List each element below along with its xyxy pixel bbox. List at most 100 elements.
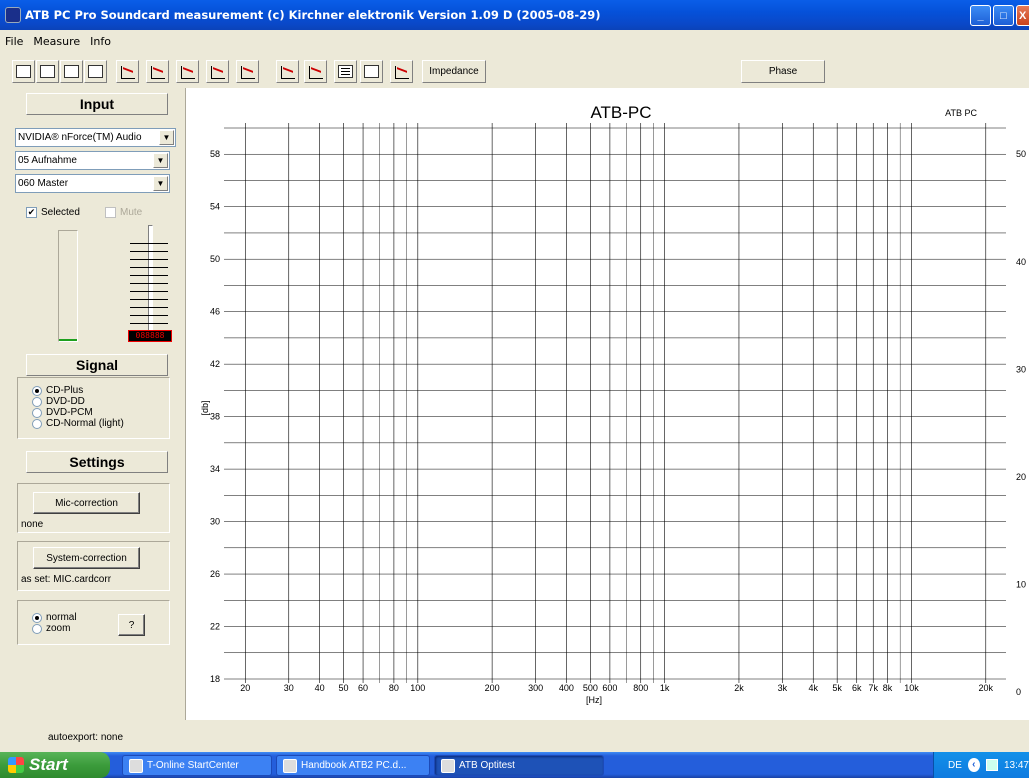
status-bar: autoexport: none bbox=[0, 720, 1029, 752]
mic-correction-button[interactable]: Mic-correction bbox=[33, 492, 140, 514]
help-button[interactable]: ? bbox=[118, 614, 145, 636]
maximize-button[interactable]: □ bbox=[993, 5, 1014, 26]
window-button[interactable] bbox=[360, 60, 383, 83]
measure-m-alt-button[interactable] bbox=[146, 60, 169, 83]
title-bar[interactable]: ATB PC Pro Soundcard measurement (c) Kir… bbox=[0, 0, 1029, 30]
measure-m2-button[interactable] bbox=[276, 60, 299, 83]
x-tick-label: 4k bbox=[808, 683, 818, 693]
y-right-tick-label: 0 bbox=[1016, 687, 1021, 697]
menu-bar: File Measure Info bbox=[0, 30, 1029, 52]
slider-tick bbox=[130, 307, 168, 308]
menu-measure[interactable]: Measure bbox=[28, 35, 85, 48]
measure-m-info-button[interactable] bbox=[236, 60, 259, 83]
device-select[interactable]: NVIDIA® nForce(TM) Audio ▼ bbox=[15, 128, 176, 147]
language-indicator[interactable]: DE bbox=[948, 760, 962, 771]
signal-option-label: DVD-DD bbox=[46, 396, 85, 407]
new-file-icon bbox=[16, 65, 31, 78]
x-tick-label: 800 bbox=[633, 683, 648, 693]
windows-logo-icon bbox=[8, 757, 24, 773]
x-tick-label: 7k bbox=[868, 683, 878, 693]
measure-m-info-icon bbox=[240, 65, 255, 79]
signal-option-dvd-dd[interactable]: DVD-DD bbox=[32, 397, 85, 407]
curves-icon bbox=[394, 65, 409, 79]
selected-checkbox[interactable]: ✔ Selected bbox=[26, 207, 80, 218]
y-tick-label: 42 bbox=[210, 359, 220, 369]
settings-header: Settings bbox=[26, 451, 168, 473]
measure-mt-button[interactable] bbox=[304, 60, 327, 83]
y-tick-label: 34 bbox=[210, 464, 220, 474]
print-button[interactable] bbox=[60, 60, 83, 83]
system-tray: DE ‹ 13:47 bbox=[933, 752, 1029, 778]
new-file-button[interactable] bbox=[12, 60, 35, 83]
network-icon[interactable] bbox=[985, 759, 998, 771]
measure-m2-icon bbox=[280, 65, 295, 79]
menu-file[interactable]: File bbox=[0, 35, 28, 48]
x-tick-label: 80 bbox=[389, 683, 399, 693]
slider-tick bbox=[130, 291, 168, 292]
y-right-tick-label: 10 bbox=[1016, 580, 1026, 590]
x-tick-label: 2k bbox=[734, 683, 744, 693]
atb-app-icon bbox=[441, 758, 455, 773]
task-handbook[interactable]: Handbook ATB2 PC.d... bbox=[276, 755, 430, 776]
view-option-label: zoom bbox=[46, 623, 71, 634]
input-level-fill bbox=[59, 338, 77, 341]
slider-track[interactable] bbox=[148, 225, 153, 333]
measure-m-multi-button[interactable] bbox=[206, 60, 229, 83]
chevron-down-icon[interactable]: ▼ bbox=[153, 153, 168, 168]
view-option-label: normal bbox=[46, 612, 77, 623]
x-axis-label: [Hz] bbox=[586, 695, 602, 705]
clock[interactable]: 13:47 bbox=[1004, 760, 1029, 771]
slider-tick bbox=[130, 251, 168, 252]
open-file-button[interactable] bbox=[36, 60, 59, 83]
x-tick-label: 20 bbox=[240, 683, 250, 693]
minimize-button[interactable]: _ bbox=[970, 5, 991, 26]
radio-dot bbox=[32, 408, 42, 418]
chevron-down-icon[interactable]: ▼ bbox=[159, 130, 174, 145]
mute-checkbox[interactable]: Mute bbox=[105, 207, 142, 218]
master-select[interactable]: 060 Master ▼ bbox=[15, 174, 170, 193]
chevron-left-icon[interactable]: ‹ bbox=[967, 758, 980, 772]
x-tick-label: 8k bbox=[883, 683, 893, 693]
y-tick-label: 18 bbox=[210, 674, 220, 684]
signal-group: CD-Plus DVD-DD DVD-PCM CD-Normal (light) bbox=[17, 377, 170, 439]
source-select[interactable]: 05 Aufnahme ▼ bbox=[15, 151, 170, 170]
slider-thumb[interactable]: 088888 bbox=[128, 330, 172, 342]
curves-button[interactable] bbox=[390, 60, 413, 83]
start-button[interactable]: Start bbox=[0, 752, 110, 778]
source-select-value: 05 Aufnahme bbox=[18, 155, 77, 166]
view-option-zoom[interactable]: zoom bbox=[32, 624, 70, 634]
list-button[interactable] bbox=[334, 60, 357, 83]
signal-option-cd-plus[interactable]: CD-Plus bbox=[32, 386, 83, 396]
impedance-button[interactable]: Impedance bbox=[422, 60, 486, 83]
task-atb-optitest[interactable]: ATB Optitest bbox=[434, 755, 604, 776]
signal-option-dvd-pcm[interactable]: DVD-PCM bbox=[32, 408, 93, 418]
radio-dot bbox=[32, 419, 42, 429]
export-button[interactable] bbox=[84, 60, 107, 83]
x-tick-label: 100 bbox=[410, 683, 425, 693]
system-correction-button[interactable]: System-correction bbox=[33, 547, 140, 569]
chart-area[interactable]: 20 30 40 50 60 80 100 200 300 400 500 600 800 1k 2k 3k 4… bbox=[186, 88, 1029, 720]
phase-button[interactable]: Phase bbox=[741, 60, 825, 83]
slider-tick bbox=[130, 299, 168, 300]
y-tick-label: 22 bbox=[210, 622, 220, 632]
view-option-normal[interactable]: normal bbox=[32, 613, 77, 623]
master-volume-slider[interactable]: 088888 bbox=[128, 225, 172, 345]
frequency-response-chart[interactable]: 20 30 40 50 60 80 100 200 300 400 500 600 800 1k 2k 3k 4… bbox=[186, 88, 1029, 720]
task-tonline[interactable]: T-Online StartCenter bbox=[122, 755, 272, 776]
measure-m-plus-button[interactable] bbox=[176, 60, 199, 83]
radio-dot bbox=[32, 624, 42, 634]
chevron-down-icon[interactable]: ▼ bbox=[153, 176, 168, 191]
view-group: normal zoom ? bbox=[17, 600, 170, 645]
chart-corner-label: ATB PC bbox=[945, 108, 977, 118]
slider-tick bbox=[130, 267, 168, 268]
task-label: ATB Optitest bbox=[459, 760, 515, 771]
close-button[interactable]: X bbox=[1016, 5, 1029, 26]
signal-option-cd-normal[interactable]: CD-Normal (light) bbox=[32, 419, 124, 429]
x-tick-label: 20k bbox=[979, 683, 994, 693]
x-tick-label: 10k bbox=[904, 683, 919, 693]
x-tick-label: 6k bbox=[852, 683, 862, 693]
task-label: Handbook ATB2 PC.d... bbox=[301, 760, 407, 771]
measure-m-button[interactable] bbox=[116, 60, 139, 83]
menu-info[interactable]: Info bbox=[85, 35, 116, 48]
input-level-meter bbox=[58, 230, 78, 342]
